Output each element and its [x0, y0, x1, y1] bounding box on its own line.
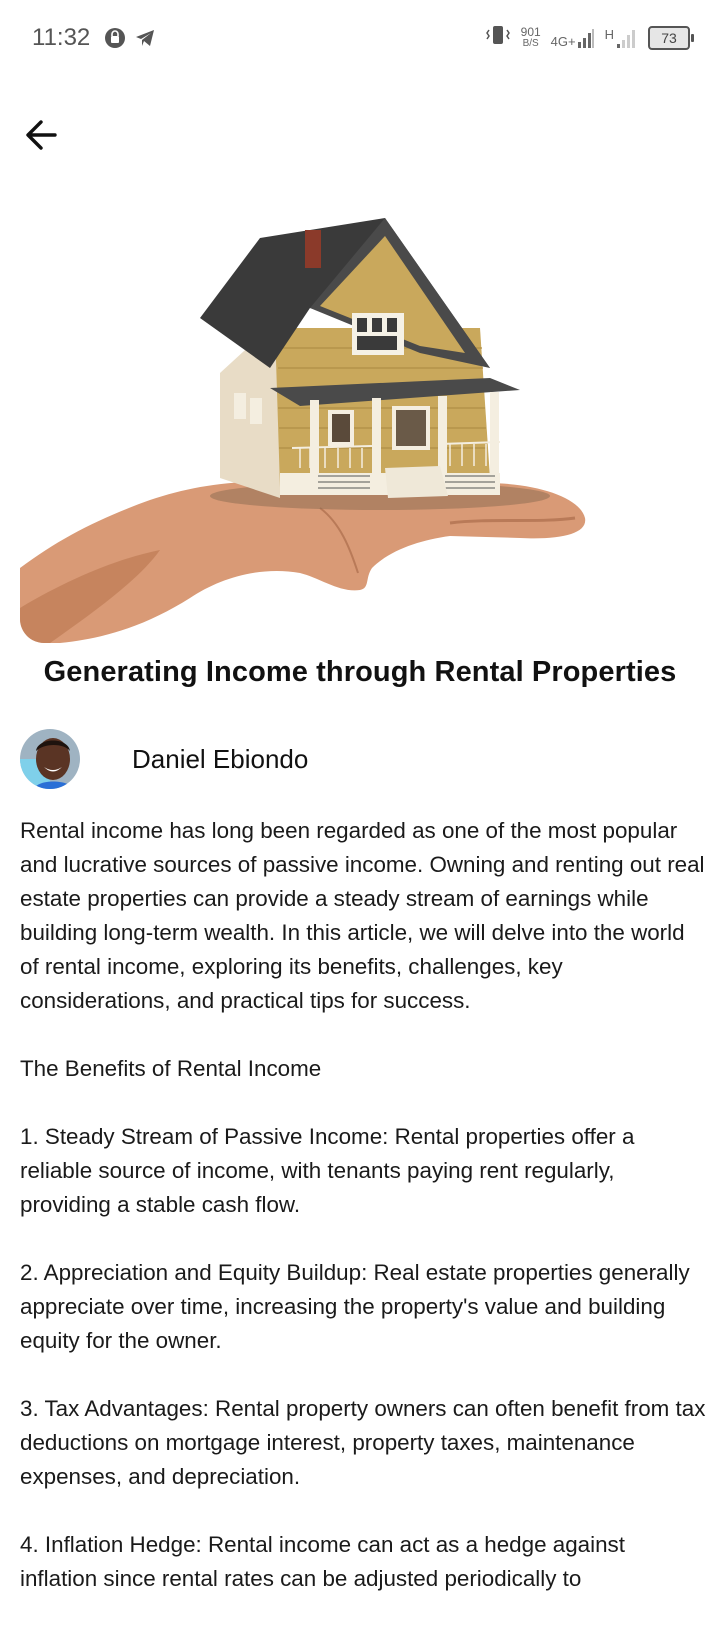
arrow-left-icon — [26, 120, 57, 150]
status-time: 11:32 — [32, 24, 91, 51]
article-paragraph: 1. Steady Stream of Passive Income: Rent… — [20, 1124, 635, 1217]
author-row[interactable]: Daniel Ebiondo — [20, 728, 308, 790]
back-button[interactable] — [18, 112, 64, 158]
author-name[interactable]: Daniel Ebiondo — [132, 744, 308, 775]
article-paragraph: 3. Tax Advantages: Rental property owner… — [20, 1396, 706, 1489]
signal-icon: 4G+ — [551, 27, 595, 49]
telegram-icon — [134, 27, 156, 54]
vibrate-icon — [485, 24, 511, 51]
article-title: Generating Income through Rental Propert… — [43, 656, 677, 688]
network-speed: 901 B/S — [520, 24, 541, 49]
section-heading: The Benefits of Rental Income — [20, 1056, 322, 1081]
article-hero-image — [20, 178, 700, 643]
article-paragraph: 4. Inflation Hedge: Rental income can ac… — [20, 1532, 625, 1591]
status-bar: 11:32 901 B/S 4G+ H 73 — [0, 0, 720, 80]
notification-app-icon — [104, 27, 126, 54]
battery-icon: 73 — [648, 25, 694, 50]
article-paragraph: 2. Appreciation and Equity Buildup: Real… — [20, 1260, 690, 1353]
article-paragraph: Rental income has long been regarded as … — [20, 818, 705, 1013]
article-body: Rental income has long been regarded as … — [20, 814, 706, 1630]
secondary-signal-icon: H — [605, 27, 638, 49]
avatar[interactable] — [20, 729, 80, 789]
